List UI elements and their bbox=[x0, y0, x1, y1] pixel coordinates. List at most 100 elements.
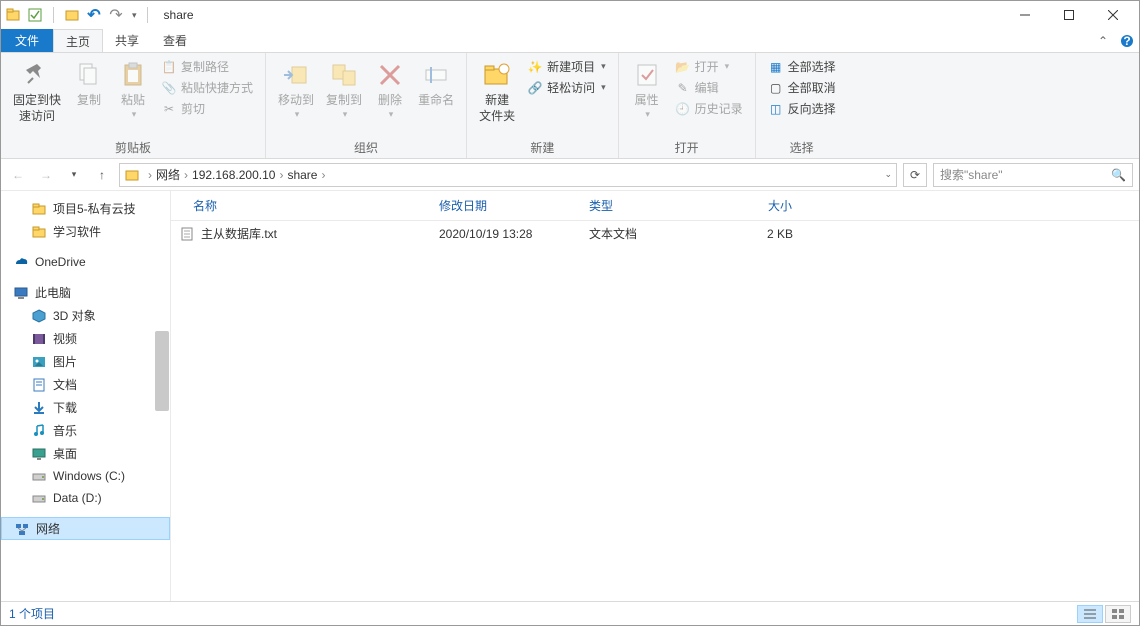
sidebar-item-label: 文档 bbox=[53, 376, 77, 393]
sidebar-item[interactable]: 桌面 bbox=[1, 442, 170, 465]
paste-icon bbox=[117, 59, 149, 91]
sidebar-item[interactable]: 此电脑 bbox=[1, 281, 170, 304]
search-input[interactable]: 搜索"share" 🔍 bbox=[933, 163, 1133, 187]
sidebar-item-label: 学习软件 bbox=[53, 223, 101, 240]
sidebar-item[interactable]: 网络 bbox=[1, 517, 170, 540]
sidebar-item[interactable]: 图片 bbox=[1, 350, 170, 373]
address-dropdown-icon[interactable]: ⌄ bbox=[884, 169, 892, 180]
maximize-button[interactable] bbox=[1047, 1, 1091, 29]
recent-locations-button[interactable]: ▾ bbox=[63, 164, 85, 186]
paste-shortcut-button[interactable]: 📎粘贴快捷方式 bbox=[159, 78, 255, 97]
ribbon-group-new: 新建 文件夹 ✨新建项目▾ 🔗轻松访问▾ 新建 bbox=[467, 53, 619, 158]
cut-button[interactable]: ✂剪切 bbox=[159, 99, 255, 118]
tab-home[interactable]: 主页 bbox=[53, 29, 103, 52]
rename-button[interactable]: 重命名 bbox=[412, 55, 460, 113]
ribbon-group-clipboard: 固定到快 速访问 复制 粘贴▾ 📋复制路径 📎粘贴快捷方式 ✂剪切 剪贴板 bbox=[1, 53, 266, 158]
sidebar-item-label: 桌面 bbox=[53, 445, 77, 462]
sidebar-item-label: 3D 对象 bbox=[53, 307, 96, 324]
close-button[interactable] bbox=[1091, 1, 1135, 29]
newitem-icon: ✨ bbox=[527, 59, 543, 75]
sidebar-item-label: OneDrive bbox=[35, 255, 86, 269]
history-icon: 🕘 bbox=[675, 101, 691, 117]
select-none-button[interactable]: ▢全部取消 bbox=[766, 78, 838, 97]
col-date[interactable]: 修改日期 bbox=[431, 191, 581, 220]
ribbon-group-organize: 移动到▾ 复制到▾ 删除▾ 重命名 组织 bbox=[266, 53, 467, 158]
file-row[interactable]: 主从数据库.txt2020/10/19 13:28文本文档2 KB bbox=[171, 221, 1139, 246]
sidebar-item-label: 视频 bbox=[53, 330, 77, 347]
selectnone-icon: ▢ bbox=[768, 80, 784, 96]
open-button[interactable]: 📂打开▾ bbox=[673, 57, 745, 76]
sidebar-item[interactable]: Windows (C:) bbox=[1, 465, 170, 487]
up-button[interactable]: ↑ bbox=[91, 164, 113, 186]
group-label: 组织 bbox=[272, 139, 460, 158]
col-name[interactable]: 名称 bbox=[171, 191, 431, 220]
sidebar-item[interactable]: 音乐 bbox=[1, 419, 170, 442]
address-input[interactable]: ›网络›192.168.200.10›share› ⌄ bbox=[119, 163, 897, 187]
selectall-icon: ▦ bbox=[768, 59, 784, 75]
history-button[interactable]: 🕘历史记录 bbox=[673, 99, 745, 118]
new-item-button[interactable]: ✨新建项目▾ bbox=[525, 57, 608, 76]
pin-to-quick-access-button[interactable]: 固定到快 速访问 bbox=[7, 55, 67, 128]
edit-button[interactable]: ✎编辑 bbox=[673, 78, 745, 97]
qat-folder-icon[interactable] bbox=[64, 7, 80, 23]
breadcrumb: ›网络›192.168.200.10›share› bbox=[144, 166, 329, 183]
address-bar: ← → ▾ ↑ ›网络›192.168.200.10›share› ⌄ ⟳ 搜索… bbox=[1, 159, 1139, 191]
sidebar-item-label: 项目5-私有云技 bbox=[53, 200, 136, 217]
undo-icon[interactable]: ↶ bbox=[86, 7, 102, 23]
details-view-button[interactable] bbox=[1077, 605, 1103, 623]
new-folder-button[interactable]: 新建 文件夹 bbox=[473, 55, 521, 128]
move-to-button[interactable]: 移动到▾ bbox=[272, 55, 320, 124]
tab-view[interactable]: 查看 bbox=[151, 29, 199, 52]
copy-button[interactable]: 复制 bbox=[67, 55, 111, 113]
invert-selection-button[interactable]: ◫反向选择 bbox=[766, 99, 838, 118]
sidebar-item[interactable]: Data (D:) bbox=[1, 487, 170, 509]
navigation-pane[interactable]: 项目5-私有云技学习软件 OneDrive 此电脑 3D 对象视频图片文档下载音乐桌面… bbox=[1, 191, 171, 601]
paste-button[interactable]: 粘贴▾ bbox=[111, 55, 155, 124]
delete-icon bbox=[374, 59, 406, 91]
select-all-button[interactable]: ▦全部选择 bbox=[766, 57, 838, 76]
sidebar-item[interactable]: OneDrive bbox=[1, 251, 170, 273]
help-icon[interactable]: ? bbox=[1115, 29, 1139, 52]
sidebar-item[interactable]: 视频 bbox=[1, 327, 170, 350]
properties-button[interactable]: 属性▾ bbox=[625, 55, 669, 124]
tab-share[interactable]: 共享 bbox=[103, 29, 151, 52]
onedrive-icon bbox=[13, 254, 29, 270]
icons-view-button[interactable] bbox=[1105, 605, 1131, 623]
copy-path-button[interactable]: 📋复制路径 bbox=[159, 57, 255, 76]
col-type[interactable]: 类型 bbox=[581, 191, 701, 220]
back-button[interactable]: ← bbox=[7, 164, 29, 186]
desktop-icon bbox=[31, 446, 47, 462]
status-text: 1 个项目 bbox=[9, 605, 55, 622]
network-icon bbox=[14, 521, 30, 537]
sidebar-item-label: Data (D:) bbox=[53, 491, 102, 505]
sidebar-item[interactable]: 项目5-私有云技 bbox=[1, 197, 170, 220]
minimize-button[interactable] bbox=[1003, 1, 1047, 29]
sidebar-item-label: Windows (C:) bbox=[53, 469, 125, 483]
col-size[interactable]: 大小 bbox=[701, 191, 801, 220]
sidebar-item-label: 此电脑 bbox=[35, 284, 71, 301]
forward-button[interactable]: → bbox=[35, 164, 57, 186]
sidebar-item[interactable]: 文档 bbox=[1, 373, 170, 396]
qat-dropdown-icon[interactable]: ▾ bbox=[132, 10, 137, 21]
redo-icon[interactable]: ↷ bbox=[108, 7, 124, 23]
sidebar-item[interactable]: 学习软件 bbox=[1, 220, 170, 243]
cut-icon: ✂ bbox=[161, 101, 177, 117]
refresh-button[interactable]: ⟳ bbox=[903, 163, 927, 187]
textfile-icon bbox=[179, 226, 195, 242]
delete-button[interactable]: 删除▾ bbox=[368, 55, 412, 124]
properties-icon bbox=[631, 59, 663, 91]
sidebar-item[interactable]: 下载 bbox=[1, 396, 170, 419]
sidebar-item[interactable]: 3D 对象 bbox=[1, 304, 170, 327]
folder-icon bbox=[124, 167, 140, 183]
scrollbar-thumb[interactable] bbox=[155, 331, 169, 411]
file-menu[interactable]: 文件 bbox=[1, 29, 53, 52]
folder-icon bbox=[31, 201, 47, 217]
collapse-ribbon-icon[interactable]: ⌃ bbox=[1091, 29, 1115, 52]
ribbon-group-open: 属性▾ 📂打开▾ ✎编辑 🕘历史记录 打开 bbox=[619, 53, 756, 158]
copyto-icon bbox=[328, 59, 360, 91]
easy-access-button[interactable]: 🔗轻松访问▾ bbox=[525, 78, 608, 97]
svg-text:?: ? bbox=[1123, 34, 1130, 48]
properties-icon[interactable] bbox=[27, 7, 43, 23]
copy-to-button[interactable]: 复制到▾ bbox=[320, 55, 368, 124]
video-icon bbox=[31, 331, 47, 347]
